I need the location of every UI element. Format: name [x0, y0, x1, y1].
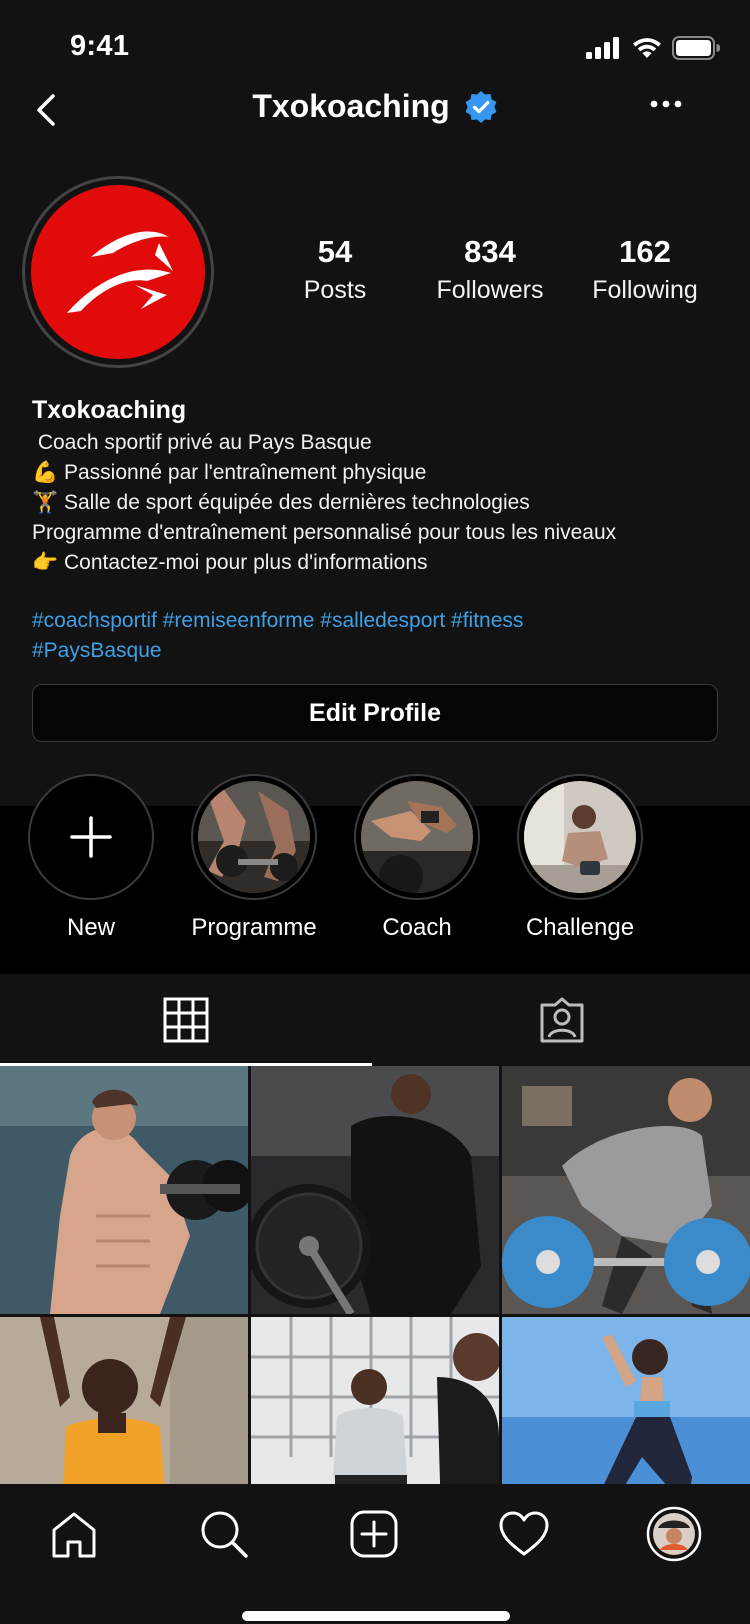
- stat-label: Following: [592, 276, 698, 304]
- status-bar: 9:41: [0, 0, 750, 88]
- highlight-programme[interactable]: Programme: [191, 774, 317, 942]
- highlight-label: Programme: [191, 914, 317, 941]
- stat-following[interactable]: 162 Following: [570, 232, 720, 308]
- highlight-thumbnail: [524, 781, 636, 893]
- highlight-circle: [354, 774, 480, 900]
- stat-value: 54: [317, 234, 353, 269]
- stat-followers[interactable]: 834 Followers: [415, 232, 565, 308]
- edit-profile-button[interactable]: Edit Profile: [32, 684, 718, 742]
- heart-icon: [499, 1511, 549, 1556]
- bio-line: 💪 Passionné par l'entraînement physique: [32, 461, 427, 484]
- grid-icon: [163, 997, 209, 1043]
- post-thumbnail[interactable]: [0, 1066, 248, 1314]
- wifi-icon: [633, 38, 661, 58]
- bottom-navigation: [0, 1484, 750, 1624]
- post-thumbnail[interactable]: [251, 1066, 499, 1314]
- highlight-new[interactable]: New: [28, 774, 154, 942]
- highlight-label: Challenge: [525, 914, 635, 941]
- bio-line: 👉 Contactez-moi pour plus d'informations: [32, 551, 428, 574]
- profile-bio: Txokoaching Coach sportif privé au Pays …: [32, 392, 722, 666]
- nav-activity[interactable]: [494, 1504, 554, 1564]
- nav-profile[interactable]: [644, 1504, 704, 1564]
- stat-posts[interactable]: 54 Posts: [260, 232, 410, 308]
- bio-name: Txokoaching: [32, 396, 187, 424]
- status-time: 9:41: [70, 30, 130, 62]
- highlight-thumbnail: [198, 781, 310, 893]
- stat-label: Followers: [436, 276, 544, 304]
- highlight-circle: [28, 774, 154, 900]
- nav-search[interactable]: [194, 1504, 254, 1564]
- profile-avatar-icon: [646, 1506, 702, 1562]
- nav-create[interactable]: [344, 1504, 404, 1564]
- bio-line: Programme d'entraînement personnalisé po…: [32, 521, 617, 544]
- search-icon: [201, 1511, 248, 1558]
- home-icon: [52, 1512, 96, 1558]
- profile-avatar-ring[interactable]: [22, 176, 214, 368]
- stat-value: 834: [464, 234, 516, 269]
- brand-logo-icon: [67, 231, 173, 313]
- title-group: Txokoaching: [0, 88, 750, 125]
- page-title: Txokoaching: [252, 88, 450, 124]
- stat-label: Posts: [303, 276, 367, 304]
- hashtag-line[interactable]: #PaysBasque: [32, 636, 722, 666]
- profile-tabs: [0, 974, 750, 1066]
- highlight-circle: [517, 774, 643, 900]
- tab-tagged[interactable]: [376, 974, 748, 1066]
- bio-line: 🏋 Salle de sport équipée des dernières t…: [32, 491, 530, 514]
- highlight-thumbnail: [361, 781, 473, 893]
- profile-stats: 54 Posts 834 Followers 162 Following: [260, 232, 720, 308]
- highlight-label: Coach: [382, 914, 452, 941]
- status-icons: [586, 36, 720, 60]
- tagged-person-icon: [540, 997, 584, 1043]
- battery-icon: [672, 36, 720, 60]
- home-indicator: [242, 1611, 510, 1621]
- highlight-coach[interactable]: Coach: [354, 774, 480, 942]
- stat-value: 162: [619, 234, 671, 269]
- nav-home[interactable]: [44, 1504, 104, 1564]
- verified-badge-icon: [465, 90, 497, 123]
- tab-posts-grid[interactable]: [0, 974, 372, 1066]
- hashtag-line[interactable]: #coachsportif #remiseenforme #salledespo…: [32, 606, 722, 636]
- profile-avatar: [31, 185, 205, 359]
- profile-header: Txokoaching: [0, 80, 750, 144]
- more-dots-icon: [650, 100, 682, 108]
- cellular-signal-icon: [586, 37, 619, 59]
- highlight-circle: [191, 774, 317, 900]
- add-post-icon: [350, 1510, 398, 1558]
- highlight-challenge[interactable]: Challenge: [517, 774, 643, 942]
- plus-icon: [70, 816, 112, 858]
- more-options-button[interactable]: [644, 90, 688, 118]
- bio-line: Coach sportif privé au Pays Basque: [32, 431, 372, 454]
- bio-hashtags: #coachsportif #remiseenforme #salledespo…: [32, 606, 722, 666]
- post-thumbnail[interactable]: [502, 1066, 750, 1314]
- highlight-label: New: [66, 914, 115, 941]
- story-highlights: New Programme Coach Challenge: [28, 774, 643, 942]
